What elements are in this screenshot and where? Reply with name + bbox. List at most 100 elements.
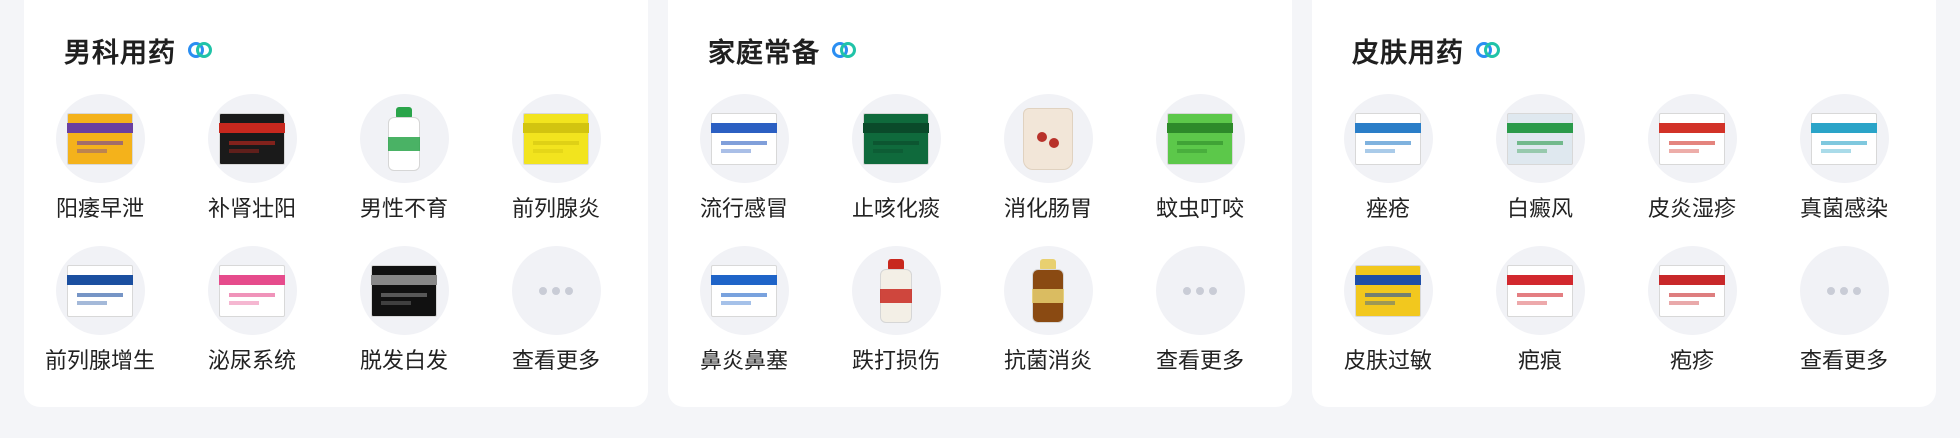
category-item[interactable]: 消化肠胃 (972, 94, 1124, 227)
medicine-box-icon (1355, 264, 1421, 317)
category-label: 脱发白发 (359, 349, 448, 374)
category-item[interactable]: 跌打损伤 (820, 246, 972, 379)
category-label: 查看更多 (511, 349, 600, 374)
medicine-box-icon (1811, 112, 1877, 165)
medicine-box-icon (523, 112, 589, 165)
product-thumbnail (207, 246, 297, 335)
category-item[interactable]: 前列腺增生 (24, 246, 176, 379)
category-item[interactable]: 抗菌消炎 (972, 246, 1124, 379)
category-item[interactable]: 疱疹 (1616, 246, 1768, 379)
rings-icon (188, 42, 212, 58)
card-header: 男科用药 (64, 30, 212, 70)
category-label: 真菌感染 (1799, 197, 1888, 222)
product-thumbnail (1647, 246, 1737, 335)
category-item[interactable]: 脱发白发 (328, 246, 480, 379)
category-item[interactable]: 白癜风 (1464, 94, 1616, 227)
product-thumbnail (851, 94, 941, 183)
category-label: 男性不育 (359, 197, 448, 222)
medicine-box-icon (1355, 112, 1421, 165)
category-label: 蚊虫叮咬 (1155, 197, 1244, 222)
view-more-button[interactable]: 查看更多 (480, 246, 632, 379)
category-grid: 流行感冒 止咳化痰 消化肠胃 蚊虫叮咬鼻炎鼻塞 跌打损伤 抗菌消炎 查看更多 (668, 94, 1292, 379)
category-label: 前列腺炎 (511, 197, 600, 222)
more-dots-icon (1183, 286, 1217, 295)
product-thumbnail (1003, 246, 1093, 335)
category-item[interactable]: 止咳化痰 (820, 94, 972, 227)
category-label: 皮肤过敏 (1343, 349, 1432, 374)
category-card-mens-health: 男科用药 阳痿早泄 补肾壮阳 男性不育 前列腺炎前列腺增生 泌尿系统 脱发白发 查看更多 (24, 0, 648, 407)
rings-icon (1476, 42, 1500, 58)
category-item[interactable]: 阳痿早泄 (24, 94, 176, 227)
product-thumbnail (699, 94, 789, 183)
medicine-box-icon (1507, 264, 1573, 317)
category-item[interactable]: 皮炎湿疹 (1616, 94, 1768, 227)
category-item[interactable]: 男性不育 (328, 94, 480, 227)
product-thumbnail (1343, 94, 1433, 183)
card-header: 皮肤用药 (1352, 30, 1500, 70)
category-label: 鼻炎鼻塞 (699, 349, 788, 374)
product-thumbnail (55, 246, 145, 335)
product-thumbnail (1647, 94, 1737, 183)
category-item[interactable]: 泌尿系统 (176, 246, 328, 379)
product-thumbnail (1155, 246, 1245, 335)
medicine-box-icon (67, 264, 133, 317)
product-thumbnail (1495, 246, 1585, 335)
medicine-pouch-icon (1023, 107, 1073, 170)
category-item[interactable]: 前列腺炎 (480, 94, 632, 227)
product-thumbnail (1495, 94, 1585, 183)
category-item[interactable]: 痤疮 (1312, 94, 1464, 227)
category-label: 消化肠胃 (1003, 197, 1092, 222)
category-label: 前列腺增生 (44, 349, 155, 374)
category-item[interactable]: 流行感冒 (668, 94, 820, 227)
view-more-button[interactable]: 查看更多 (1124, 246, 1276, 379)
medicine-box-icon (1659, 112, 1725, 165)
product-thumbnail (1003, 94, 1093, 183)
product-thumbnail (1799, 246, 1889, 335)
category-item[interactable]: 蚊虫叮咬 (1124, 94, 1276, 227)
category-item[interactable]: 皮肤过敏 (1312, 246, 1464, 379)
category-card-skin: 皮肤用药 痤疮 白癜风 皮炎湿疹 真菌感染皮肤过敏 疤痕 疱疹 查看更多 (1312, 0, 1936, 407)
category-item[interactable]: 鼻炎鼻塞 (668, 246, 820, 379)
category-label: 跌打损伤 (851, 349, 940, 374)
rings-icon (832, 42, 856, 58)
category-label: 皮炎湿疹 (1647, 197, 1736, 222)
product-thumbnail (851, 246, 941, 335)
medicine-box-icon (219, 264, 285, 317)
product-thumbnail (511, 94, 601, 183)
category-cards: 男科用药 阳痿早泄 补肾壮阳 男性不育 前列腺炎前列腺增生 泌尿系统 脱发白发 查看更多 家… (24, 0, 1936, 407)
product-thumbnail (359, 94, 449, 183)
product-thumbnail (1343, 246, 1433, 335)
category-label: 泌尿系统 (207, 349, 296, 374)
category-item[interactable]: 疤痕 (1464, 246, 1616, 379)
medicine-box-icon (711, 112, 777, 165)
product-thumbnail (1155, 94, 1245, 183)
category-label: 痤疮 (1365, 197, 1410, 222)
view-more-button[interactable]: 查看更多 (1768, 246, 1920, 379)
product-thumbnail (359, 246, 449, 335)
medicine-box-icon (371, 264, 437, 317)
category-item[interactable]: 真菌感染 (1768, 94, 1920, 227)
category-label: 补肾壮阳 (207, 197, 296, 222)
category-item[interactable]: 补肾壮阳 (176, 94, 328, 227)
medicine-box-icon (67, 112, 133, 165)
card-title: 男科用药 (64, 37, 176, 69)
card-title: 皮肤用药 (1352, 37, 1464, 69)
medicine-box-icon (711, 264, 777, 317)
category-card-household: 家庭常备 流行感冒 止咳化痰 消化肠胃 蚊虫叮咬鼻炎鼻塞 跌打损伤 抗菌消炎 查看更多 (668, 0, 1292, 407)
category-label: 抗菌消炎 (1003, 349, 1092, 374)
category-label: 疤痕 (1517, 349, 1562, 374)
category-label: 止咳化痰 (851, 197, 940, 222)
medicine-box-icon (219, 112, 285, 165)
medicine-box-icon (1167, 112, 1233, 165)
medicine-box-icon (1659, 264, 1725, 317)
product-thumbnail (1799, 94, 1889, 183)
category-label: 疱疹 (1669, 349, 1714, 374)
more-dots-icon (1827, 286, 1861, 295)
category-label: 查看更多 (1155, 349, 1244, 374)
product-thumbnail (207, 94, 297, 183)
card-title: 家庭常备 (708, 37, 820, 69)
category-grid: 阳痿早泄 补肾壮阳 男性不育 前列腺炎前列腺增生 泌尿系统 脱发白发 查看更多 (24, 94, 648, 379)
product-thumbnail (511, 246, 601, 335)
category-label: 阳痿早泄 (55, 197, 144, 222)
medicine-bottle-icon (384, 106, 424, 171)
